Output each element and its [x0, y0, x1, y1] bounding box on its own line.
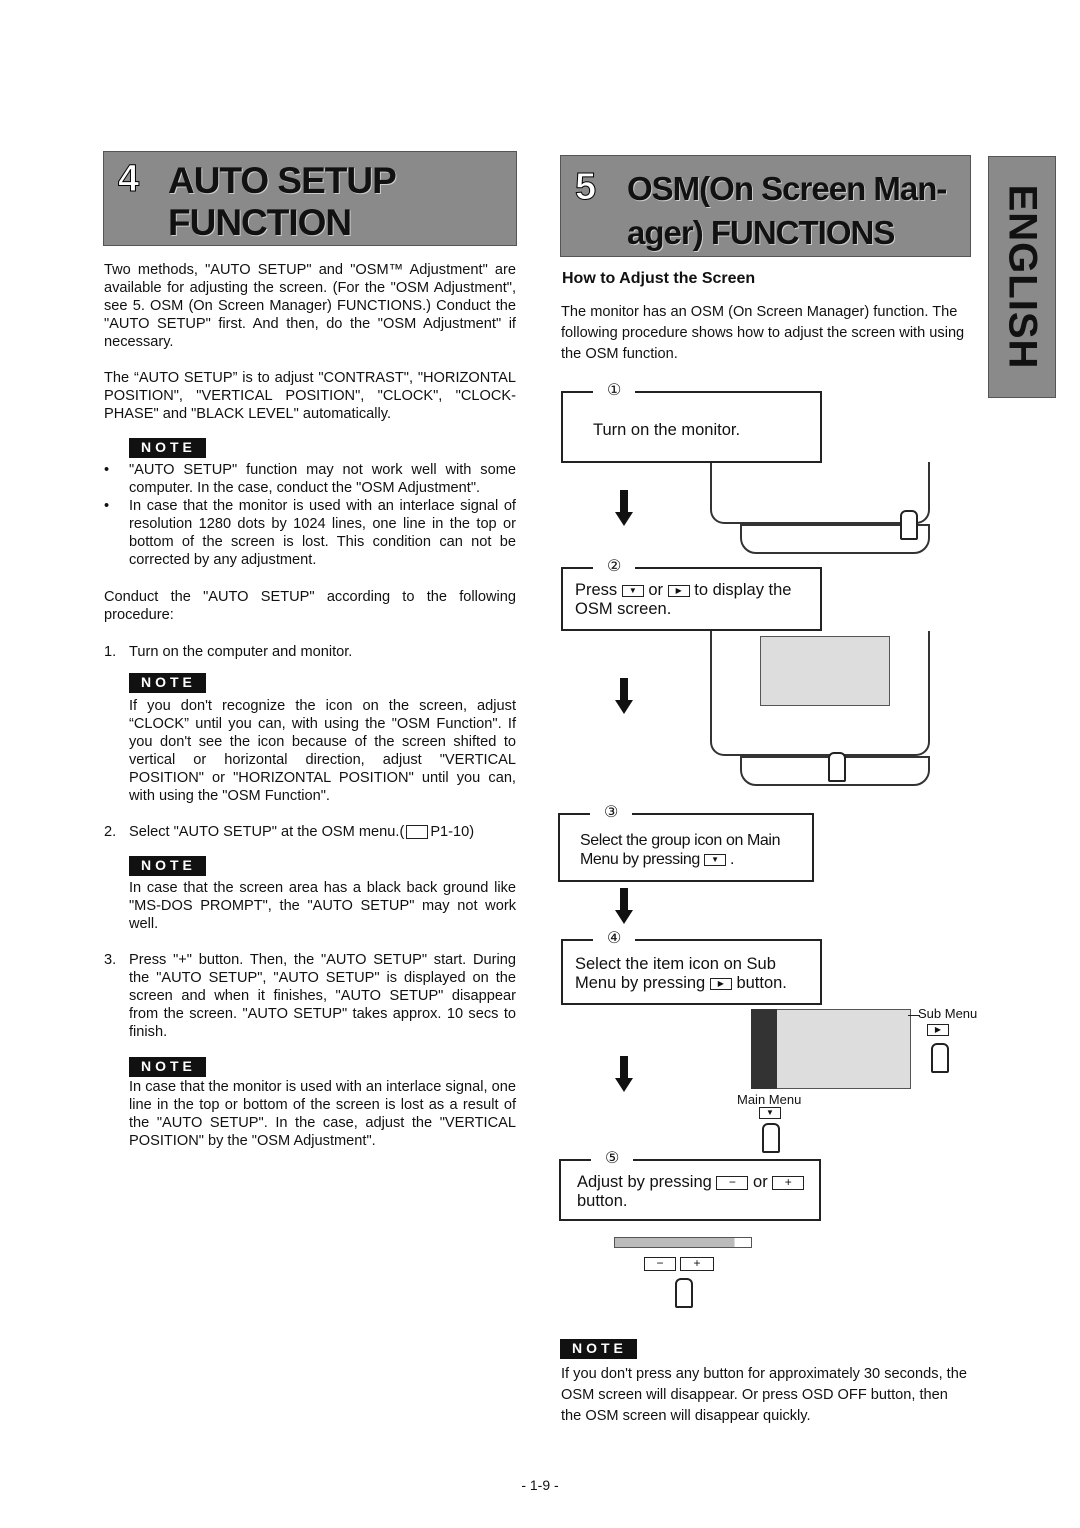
monitor-illustration — [710, 462, 930, 524]
sub-menu-label: Sub Menu — [918, 1006, 978, 1021]
right-button-icon: ▶ — [667, 584, 690, 597]
osm-note: If you don't press any button for approx… — [561, 1366, 967, 1424]
plus-button-icon: + — [680, 1257, 714, 1271]
right-button-icon: ▶ — [709, 977, 732, 990]
section-number: 4 — [117, 158, 140, 201]
step-1-note: If you don't recognize the icon on the s… — [129, 698, 516, 804]
step-3-note: In case that the monitor is used with an… — [129, 1079, 516, 1149]
intro-paragraph: Two methods, "AUTO SETUP" and "OSM™ Adju… — [104, 262, 516, 350]
language-tab-label: ENGLISH — [1000, 184, 1045, 370]
minus-button-icon: − — [716, 1175, 749, 1190]
section-title-line2: ager) FUNCTIONS — [627, 214, 895, 251]
flow-step-4: ④ Select the item icon on Sub Menu by pr… — [561, 929, 822, 1005]
main-menu-label: Main Menu — [737, 1092, 802, 1107]
flow-step-5: ⑤ Adjust by pressing − or + button. — [559, 1149, 821, 1221]
plus-button-icon: + — [772, 1175, 805, 1190]
section-title-line1: OSM(On Screen Man- — [627, 170, 947, 207]
flow-step-2: ② Press ▼ or ▶ to display the OSM screen… — [561, 557, 822, 631]
procedure-step-3: 3. Press "+" button. Then, the "AUTO SETU… — [104, 952, 516, 1040]
auto-setup-paragraph: The “AUTO SETUP” is to adjust "CONTRAST"… — [104, 370, 516, 422]
osm-intro: The monitor has an OSM (On Screen Manage… — [561, 304, 965, 362]
adjustment-slider-image — [614, 1237, 752, 1248]
flow-step-3: ③ Select the group icon on Main Menu by … — [558, 803, 814, 882]
osm-screen-image — [760, 636, 890, 706]
down-arrow-icon — [615, 490, 633, 526]
down-arrow-icon — [615, 678, 633, 714]
note-badge: NOTE — [129, 673, 206, 693]
down-button-icon: ▼ — [759, 1107, 781, 1119]
note-badge: NOTE — [129, 438, 206, 458]
section-title-line1: AUTO SETUP — [168, 160, 397, 201]
sub-menu-leader-line — [908, 1015, 920, 1016]
section-5-header: 5 OSM(On Screen Man- ager) FUNCTIONS — [560, 155, 971, 257]
procedure-step-2: 2. Select "AUTO SETUP" at the OSM menu.(P… — [104, 824, 475, 840]
main-menu-column — [751, 1009, 777, 1089]
pointing-hand-icon — [828, 752, 846, 782]
pointing-hand-icon — [762, 1123, 780, 1153]
note-badge: NOTE — [129, 856, 206, 876]
right-button-icon: ▶ — [927, 1024, 949, 1036]
pointing-hand-icon — [931, 1043, 949, 1073]
down-arrow-icon — [615, 1056, 633, 1092]
language-tab: ENGLISH — [988, 156, 1056, 398]
section-title-line2: FUNCTION — [168, 202, 352, 243]
down-button-icon: ▼ — [621, 584, 644, 597]
flow-step-1: ① Turn on the monitor. — [561, 381, 822, 463]
minus-button-icon: − — [644, 1257, 676, 1271]
procedure-step-1: 1. Turn on the computer and monitor. — [104, 644, 353, 660]
section-number: 5 — [574, 166, 597, 209]
note-bullet: • In case that the monitor is used with a… — [104, 498, 516, 568]
step-2-note: In case that the screen area has a black… — [129, 880, 516, 932]
down-arrow-icon — [615, 888, 633, 924]
pointing-hand-icon — [675, 1278, 693, 1308]
procedure-intro: Conduct the "AUTO SETUP" according to th… — [104, 589, 516, 623]
reference-icon — [406, 825, 429, 840]
note-bullet: • "AUTO SETUP" function may not work well… — [104, 462, 516, 496]
note-badge: NOTE — [560, 1339, 637, 1359]
page-number: - 1-9 - — [521, 1477, 559, 1493]
note-badge: NOTE — [129, 1057, 206, 1077]
down-button-icon: ▼ — [703, 853, 726, 866]
subheading: How to Adjust the Screen — [562, 270, 756, 287]
pointing-hand-icon — [900, 510, 918, 540]
section-4-header: 4 AUTO SETUP FUNCTION — [103, 151, 517, 246]
